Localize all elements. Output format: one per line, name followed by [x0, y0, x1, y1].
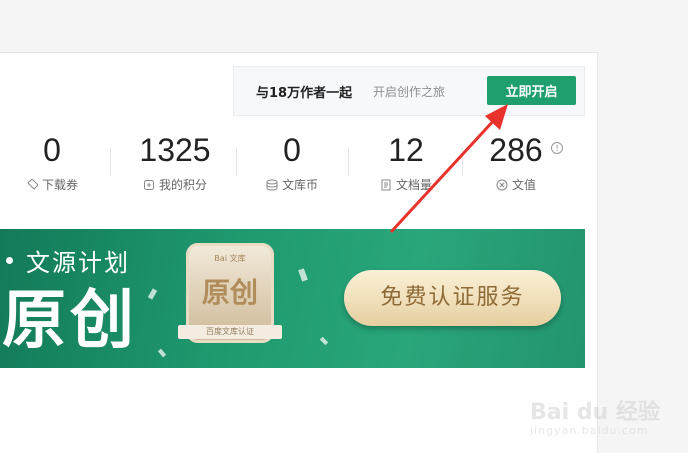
- divider: [110, 148, 111, 176]
- stat-label: 下载券: [41, 178, 78, 192]
- stat-value: 0: [43, 132, 61, 168]
- stat-document-count[interactable]: 12 文档量: [372, 130, 440, 193]
- stat-value: 12: [388, 132, 424, 168]
- divider: [348, 148, 349, 176]
- promo-title: 与18万作者一起: [256, 86, 353, 101]
- stat-my-points[interactable]: 1325 我的积分: [134, 130, 216, 193]
- promo-subtitle: 开启创作之旅: [373, 85, 446, 99]
- divider: [462, 148, 463, 176]
- info-icon[interactable]: !: [551, 142, 563, 154]
- ticket-icon: [27, 179, 38, 190]
- free-certification-button[interactable]: 免费认证服务: [344, 270, 561, 326]
- bullet-dot: [6, 257, 13, 264]
- baidu-jingyan-watermark: Bai du 经验 jingyan.baidu.com: [530, 394, 680, 444]
- watermark-brand: Bai du 经验: [530, 400, 660, 425]
- stat-label: 文值: [511, 178, 536, 192]
- banner-title: 文源计划: [26, 249, 130, 277]
- points-icon: [143, 180, 154, 190]
- coin-stack-icon: [266, 179, 278, 191]
- badge-brand: Bai 文库: [214, 254, 246, 263]
- stat-value: 286: [489, 132, 543, 168]
- original-plan-banner[interactable]: 文源计划 原创 Bai 文库 原创 百度文库认证 免费认证服务: [0, 229, 585, 368]
- creator-promo-box: 与18万作者一起 开启创作之旅 立即开启: [233, 66, 585, 116]
- stat-doc-value[interactable]: 286 文值: [484, 130, 548, 193]
- watermark-url: jingyan.baidu.com: [530, 424, 649, 437]
- banner-big-text: 原创: [2, 284, 138, 358]
- badge-ribbon: 百度文库认证: [178, 325, 282, 339]
- badge-text: 原创: [201, 276, 258, 309]
- stat-label: 我的积分: [158, 178, 207, 192]
- value-icon: [496, 179, 508, 191]
- stat-library-coins[interactable]: 0 文库币: [258, 130, 326, 193]
- stat-value: 0: [283, 132, 301, 168]
- stat-value: 1325: [139, 132, 211, 168]
- divider: [236, 148, 237, 176]
- stat-download-tickets[interactable]: 0 下载券: [20, 130, 84, 193]
- stat-label: 文档量: [395, 178, 432, 192]
- stat-label: 文库币: [281, 178, 318, 192]
- document-icon: [381, 179, 391, 191]
- start-now-button[interactable]: 立即开启: [487, 76, 576, 105]
